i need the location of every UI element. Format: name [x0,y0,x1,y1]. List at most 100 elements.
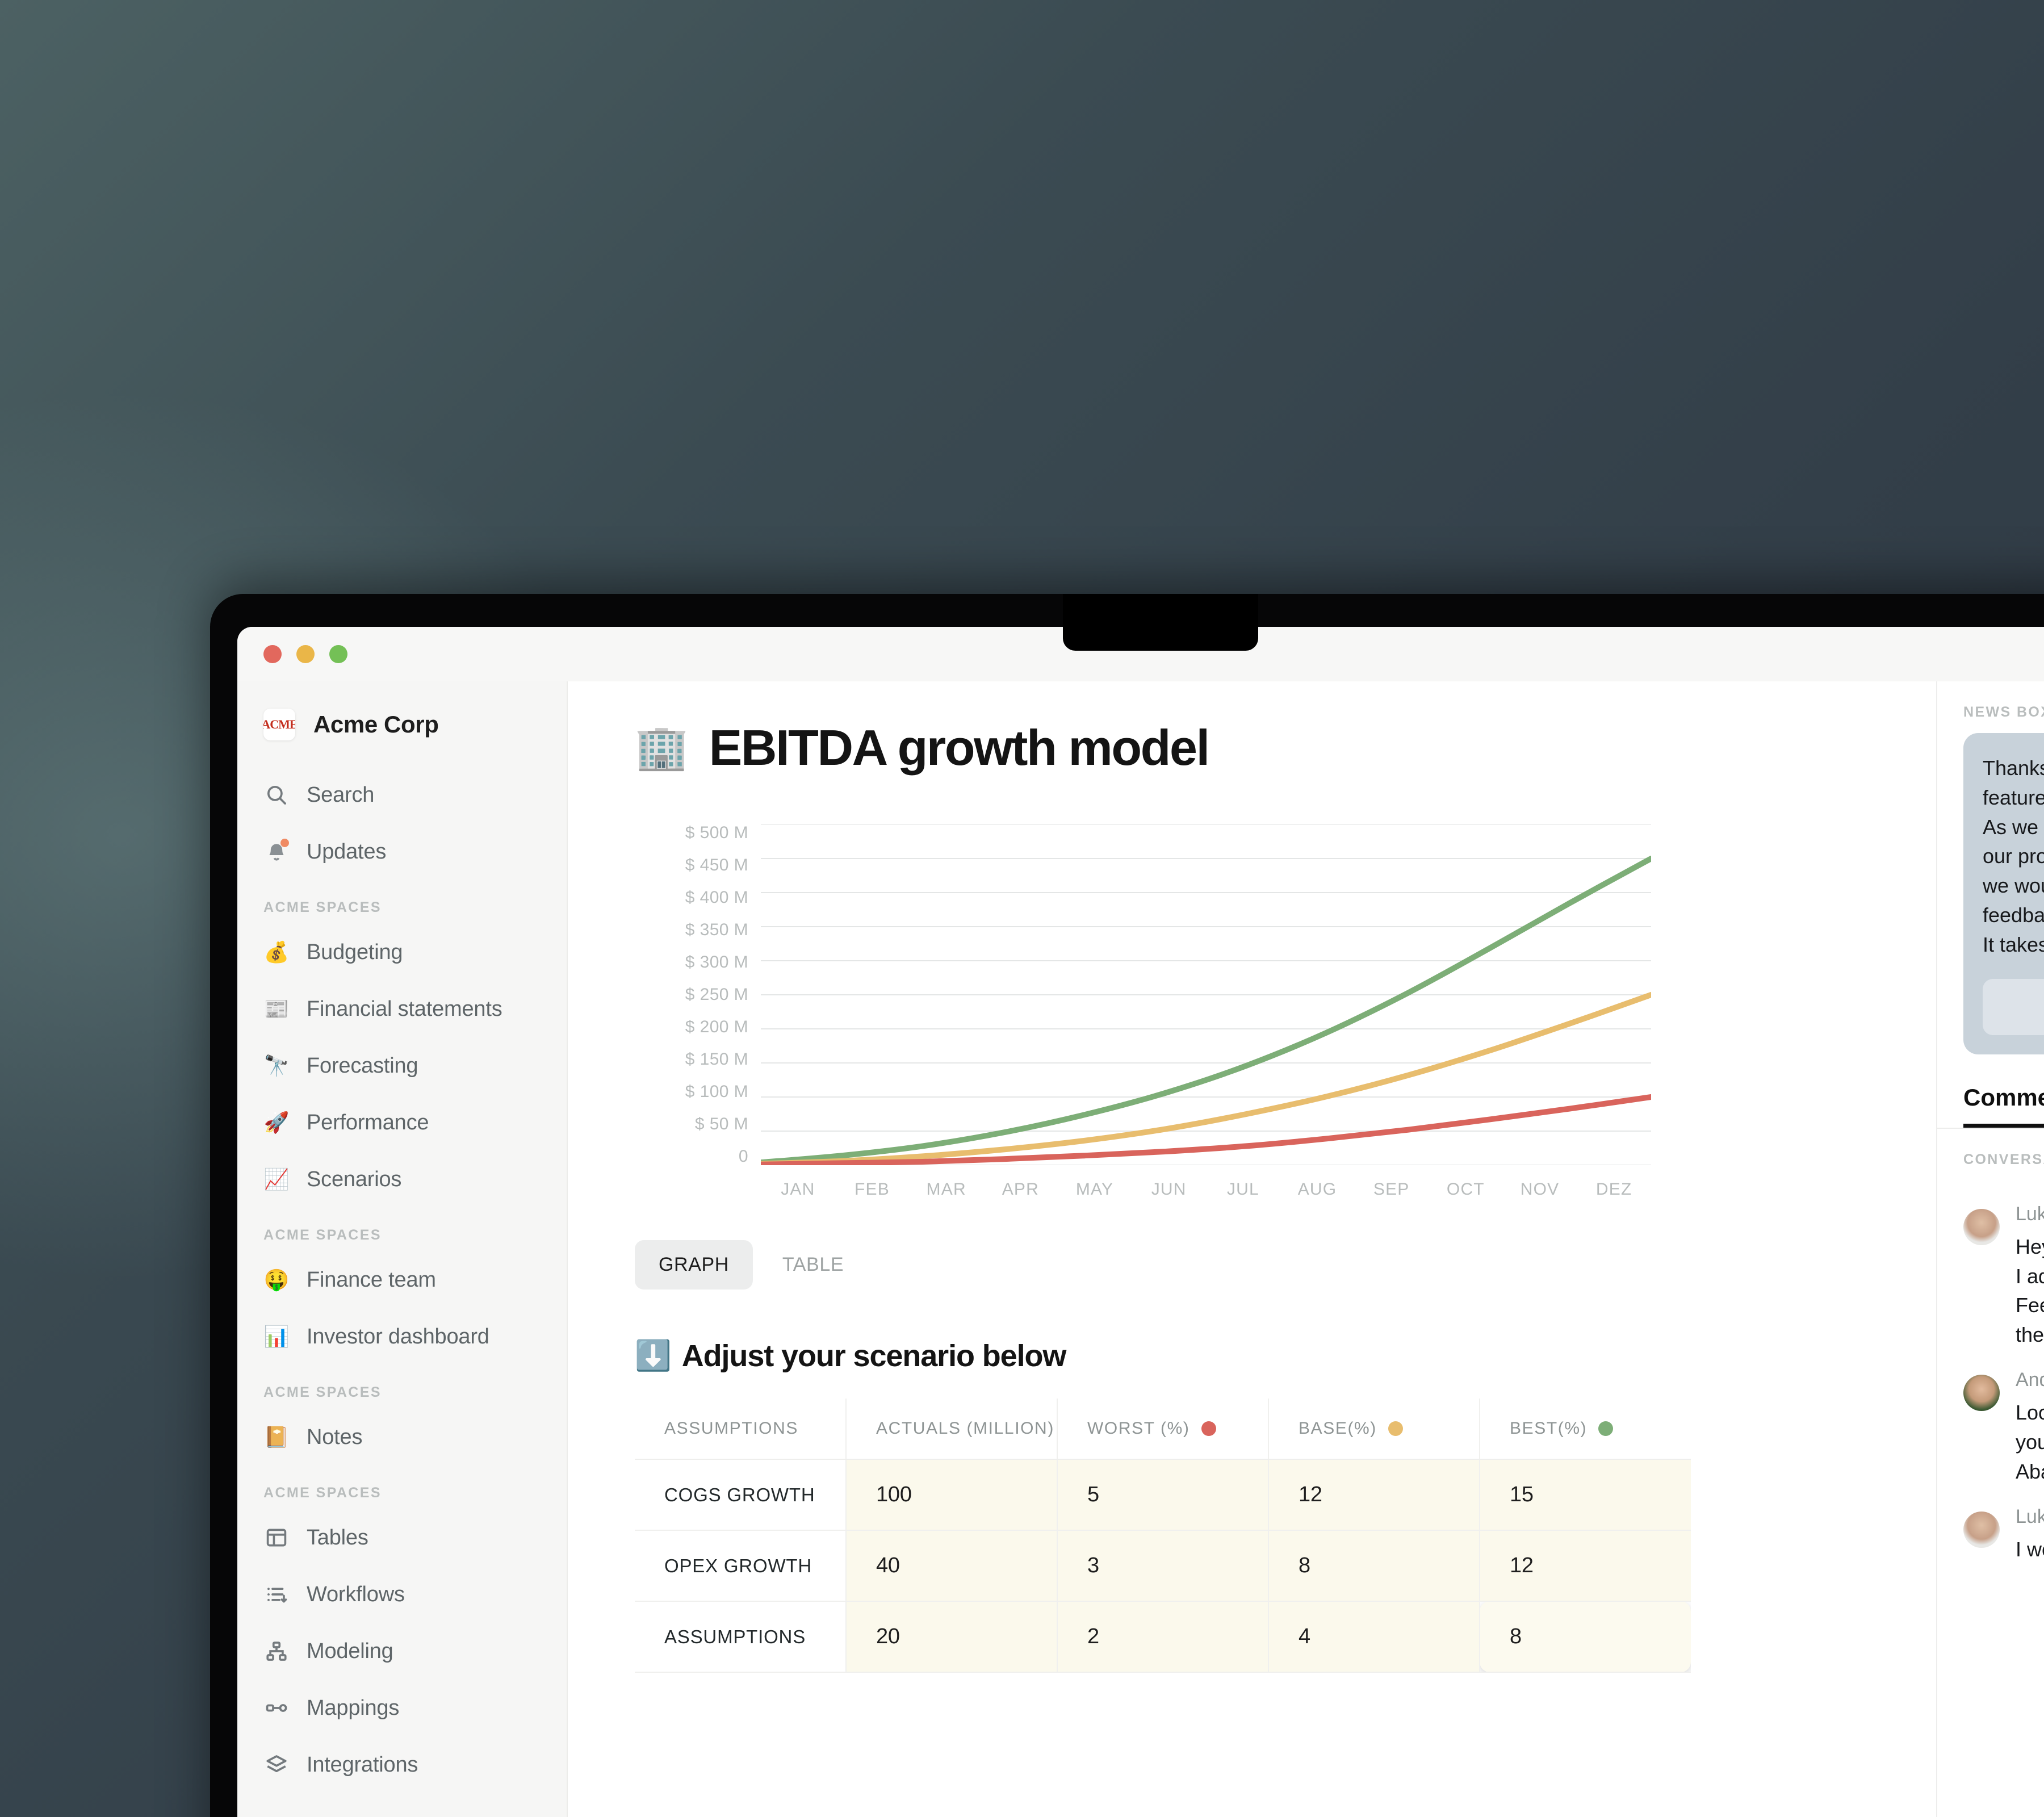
comment-avatar[interactable] [1963,1208,2000,1245]
chart-x-tick: AUG [1297,1180,1337,1199]
table-cell-actuals[interactable]: 100 [846,1459,1058,1531]
table-cell-base[interactable]: 12 [1268,1459,1480,1531]
sidebar-item-scenarios[interactable]: 📈 Scenarios [237,1151,567,1208]
table-column-label: BEST(%) [1510,1419,1588,1438]
sidebar-item-integrations[interactable]: Integrations [237,1736,567,1793]
table-cell-worst[interactable]: 3 [1057,1530,1269,1602]
chart-x-tick: MAY [1075,1180,1114,1199]
comment-text-line: Abacum team [2016,1459,2044,1483]
close-button[interactable] [263,645,282,663]
chart-y-tick: $ 250 M [685,985,748,1004]
tab-graph[interactable]: GRAPH [635,1240,753,1290]
chart-x-axis: JAN FEB MAR APR MAY JUN JUL AUG SEP OCT NOV DEZ [761,1180,1651,1199]
sidebar-item-financial-statements[interactable]: 📰 Financial statements [237,981,567,1037]
chart-y-tick: $ 200 M [685,1018,748,1036]
sidebar-item-label: Performance [307,1110,429,1134]
news-box-text: Thanks for tryingfeature!As we strive to… [1983,756,2044,956]
legend-dot-icon [1598,1421,1614,1436]
sidebar-section-label: ACME SPACES [263,1227,382,1243]
sidebar-item-label: Integrations [307,1752,418,1777]
bar-chart-emoji-icon: 📊 [263,1325,290,1348]
table-column-header: ACTUALS (MILLION) [846,1399,1058,1460]
down-arrow-emoji-icon: ⬇️ [635,1339,672,1372]
sidebar-item-performance[interactable]: 🚀 Performance [237,1094,567,1151]
chart-x-tick: MAR [926,1180,966,1199]
right-panel: NEWS BOX Thanks for tryingfeature!As we … [1936,681,2044,1817]
sidebar-section-label: ACME SPACES [263,1485,382,1501]
minimize-button[interactable] [296,645,315,663]
comment-text-line: I added the f [2016,1264,2044,1288]
assumptions-table: ASSUMPTIONS ACTUALS (MILLION) WORST (%) BAS… [635,1399,1691,1673]
sidebar-item-label: Financial statements [307,997,502,1021]
sidebar-item-label: Investor dashboard [307,1324,489,1349]
chart-y-tick: $ 50 M [694,1115,748,1133]
table-cell-base[interactable]: 8 [1268,1530,1480,1602]
table-cell-actuals[interactable]: 40 [846,1530,1058,1602]
page-title-text: EBITDA growth model [709,719,1210,776]
table-column-header: ASSUMPTIONS [635,1399,847,1460]
sidebar-item-search[interactable]: Search [237,767,567,823]
chart-y-tick: 0 [738,1147,748,1166]
comment-text-line: I would love [2016,1537,2044,1561]
telescope-emoji-icon: 🔭 [263,1054,290,1077]
rocket-emoji-icon: 🚀 [263,1111,290,1134]
table-cell-best[interactable]: 15 [1480,1459,1691,1531]
scenario-heading-text: Adjust your scenario below [681,1339,1067,1373]
traffic-lights [263,645,347,663]
acme-logo-text: ACME [263,717,295,731]
sidebar-item-notes[interactable]: 📔 Notes [237,1409,567,1466]
table-cell-worst[interactable]: 2 [1057,1601,1269,1673]
zoom-button[interactable] [329,645,347,663]
chart-svg [761,824,1651,1165]
sidebar-item-label: Workflows [307,1582,405,1606]
chart-y-tick: $ 450 M [685,856,748,874]
sidebar-item-modeling[interactable]: Modeling [237,1623,567,1680]
sidebar-item-updates[interactable]: Updates [237,823,567,880]
tab-table[interactable]: TABLE [759,1240,868,1290]
sidebar-item-label: Mappings [307,1695,400,1720]
comment-item: Andrew, 30 mi Looks good you think ab Abacu… [1937,1350,2044,1486]
legend-dot-icon [1201,1421,1216,1436]
comment-avatar[interactable] [1963,1511,2000,1548]
legend-dot-icon [1388,1421,1403,1436]
table-cell-base[interactable]: 4 [1268,1601,1480,1673]
money-mouth-face-emoji-icon: 🤑 [263,1268,290,1291]
chart-y-axis: $ 500 M $ 450 M $ 400 M $ 350 M $ 300 M $ 250… [635,824,748,1165]
table-cell-best[interactable]: 8 [1480,1601,1691,1673]
sidebar-item-investor-dashboard[interactable]: 📊 Investor dashboard [237,1308,567,1365]
sidebar-item-tables[interactable]: Tables [237,1509,567,1566]
workspace-switcher[interactable]: ACME Acme Corp [237,709,567,740]
comment-avatar[interactable] [1963,1375,2000,1412]
chart-y-tick: $ 400 M [685,888,748,907]
chart-x-tick: NOV [1520,1180,1560,1199]
sidebar-item-label: Notes [307,1425,363,1449]
table-cell-worst[interactable]: 5 [1057,1459,1269,1531]
table-column-label: WORST (%) [1087,1419,1190,1438]
sidebar-item-forecasting[interactable]: 🔭 Forecasting [237,1037,567,1094]
table-column-label: ACTUALS (MILLION) [876,1419,1054,1438]
chart-x-tick: FEB [855,1180,890,1199]
sidebar-item-mappings[interactable]: Mappings [237,1680,567,1736]
chart-x-tick: JAN [781,1180,815,1199]
table-column-label: BASE(%) [1299,1419,1377,1438]
table-cell-actuals[interactable]: 20 [846,1601,1058,1673]
table-row: ASSUMPTIONS 20 2 4 8 [635,1601,1691,1673]
page-title: 🏢 EBITDA growth model [635,719,1936,777]
conversation-label: CONVERSATION [1963,1151,2044,1167]
tab-comments[interactable]: Comments [1963,1084,2044,1128]
comment-text-line: the numbers [2016,1323,2044,1347]
chart-y-tick: $ 100 M [685,1082,748,1101]
sidebar-item-budgeting[interactable]: 💰 Budgeting [237,924,567,981]
table-header-row: ASSUMPTIONS ACTUALS (MILLION) WORST (%) BAS… [635,1399,1691,1460]
sidebar-item-finance-team[interactable]: 🤑 Finance team [237,1251,567,1308]
chart-plot-area [761,824,1651,1165]
conversation-list: Lukas, 1 hour a Hey @here, I added the f Fe… [1937,1180,2044,1564]
table-cell-assumption: COGS GROWTH [635,1459,847,1531]
table-cell-best[interactable]: 12 [1480,1530,1691,1602]
mapping-icon [263,1696,290,1720]
chart-x-tick: JUN [1151,1180,1187,1199]
sidebar-item-workflows[interactable]: Workflows [237,1566,567,1623]
table-row: OPEX GROWTH 40 3 8 12 [635,1530,1691,1602]
news-box-cta-button[interactable]: The [1983,978,2044,1035]
notebook-emoji-icon: 📔 [263,1425,290,1448]
